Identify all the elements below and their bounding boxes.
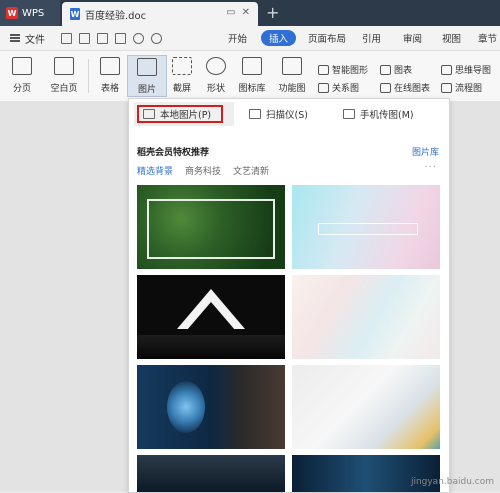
mind-map-button[interactable]: 思维导图 (441, 63, 491, 76)
menu-icon[interactable] (10, 34, 20, 42)
table-icon (100, 57, 120, 75)
thumbnail-leaves[interactable] (137, 185, 285, 269)
category-tabs: 精选背景 商务科技 文艺清新 (137, 164, 269, 177)
online-chart-button[interactable]: 在线图表 (380, 81, 430, 94)
icon-library-button[interactable]: 图标库 (232, 55, 272, 97)
undo-icon[interactable] (133, 32, 144, 44)
thumbnail-tech-dark[interactable] (137, 455, 285, 492)
tab-page-layout[interactable]: 页面布局 (308, 31, 346, 45)
thumbnail-pastel-gradient[interactable] (292, 185, 440, 269)
scanner-option[interactable]: 扫描仪(S) (249, 105, 308, 123)
phone-upload-option[interactable]: 手机传图(M) (343, 105, 414, 123)
category-featured[interactable]: 精选背景 (137, 164, 173, 177)
picture-icon (137, 58, 157, 76)
tab-references[interactable]: 引用 (362, 31, 381, 45)
phone-upload-icon (343, 109, 355, 119)
thumbnail-ai-head[interactable] (137, 365, 285, 449)
picture-library-link[interactable]: 图片库 (412, 145, 439, 158)
thumbnail-low-poly[interactable] (292, 365, 440, 449)
thumbnail-bar (318, 223, 418, 235)
tab-close-icon[interactable]: ✕ (242, 7, 250, 18)
smart-art-icon (318, 64, 329, 75)
document-title: 百度经验.doc (85, 10, 147, 22)
save-icon[interactable] (61, 32, 72, 44)
shapes-button[interactable]: 形状 (196, 55, 236, 97)
blank-page-icon (54, 57, 74, 75)
chart-icon (380, 64, 391, 75)
category-business-tech[interactable]: 商务科技 (185, 164, 221, 177)
thumbnail-frame (147, 199, 275, 259)
category-artsy[interactable]: 文艺清新 (233, 164, 269, 177)
redo-icon[interactable] (151, 32, 162, 44)
tab-review[interactable]: 审阅 (403, 31, 422, 45)
mind-map-icon (441, 64, 452, 75)
smart-art-button[interactable]: 智能图形 (318, 63, 368, 76)
tab-section[interactable]: 章节 (478, 31, 497, 45)
picture-dropdown: 本地图片(P) 扫描仪(S) 手机传图(M) 稻壳会员特权推荐 图片库 精选背景… (128, 98, 450, 493)
export-icon[interactable] (79, 32, 90, 44)
relation-chart-icon (318, 82, 329, 93)
scanner-icon (249, 109, 261, 119)
picture-button[interactable]: 图片 (127, 55, 167, 97)
thumbnail-floor (137, 335, 285, 359)
watermark: jingyan.baidu.com (410, 477, 494, 487)
app-name: WPS (22, 7, 45, 19)
online-chart-icon (380, 82, 391, 93)
tab-view[interactable]: 视图 (442, 31, 461, 45)
table-button[interactable]: 表格 (90, 55, 130, 97)
picture-source-row: 本地图片(P) 扫描仪(S) 手机传图(M) (129, 99, 449, 127)
thumbnail-geometric-pastel[interactable] (292, 275, 440, 359)
chart-button[interactable]: 图表 (380, 63, 412, 76)
function-chart-button[interactable]: 功能图 (272, 55, 312, 97)
triangle-inner (187, 302, 235, 330)
ribbon-divider (88, 59, 89, 93)
wps-home-tab[interactable]: W WPS (0, 0, 60, 26)
tab-insert[interactable]: 插入 (261, 30, 297, 46)
tab-window-icon[interactable]: ▭ (226, 7, 235, 18)
page-break-button[interactable]: 分页 (2, 55, 42, 97)
insert-ribbon: 分页 空白页 表格 图片 截屏 形状 图标库 功能图 智能图形 图表 关系图 在… (0, 51, 500, 101)
word-doc-icon: W (70, 8, 80, 20)
new-tab-icon[interactable]: + (266, 3, 279, 22)
wps-logo-icon: W (6, 7, 18, 19)
thumbnail-triangle[interactable] (137, 275, 285, 359)
file-menu[interactable]: 文件 (25, 31, 45, 46)
flowchart-button[interactable]: 流程图 (441, 81, 482, 94)
local-picture-option[interactable]: 本地图片(P) (137, 105, 223, 123)
preview-icon[interactable] (115, 32, 126, 44)
print-icon[interactable] (97, 32, 108, 44)
more-icon[interactable]: ··· (424, 162, 437, 173)
icon-library-icon (242, 57, 262, 75)
blank-page-button[interactable]: 空白页 (44, 55, 84, 97)
page-break-icon (12, 57, 32, 75)
document-tab[interactable]: W 百度经验.doc ▭ ✕ (62, 2, 258, 26)
menu-bar: 文件 开始 插入 页面布局 引用 审阅 视图 章节 (0, 26, 500, 51)
screenshot-icon (172, 57, 192, 75)
local-picture-icon (143, 109, 155, 119)
function-chart-icon (282, 57, 302, 75)
member-recommend-heading: 稻壳会员特权推荐 (137, 148, 210, 158)
shapes-icon (206, 57, 226, 75)
relation-chart-button[interactable]: 关系图 (318, 81, 359, 94)
flowchart-icon (441, 82, 452, 93)
head-silhouette (167, 381, 205, 433)
tab-home[interactable]: 开始 (228, 31, 247, 45)
title-bar: W WPS W 百度经验.doc ▭ ✕ + (0, 0, 500, 26)
